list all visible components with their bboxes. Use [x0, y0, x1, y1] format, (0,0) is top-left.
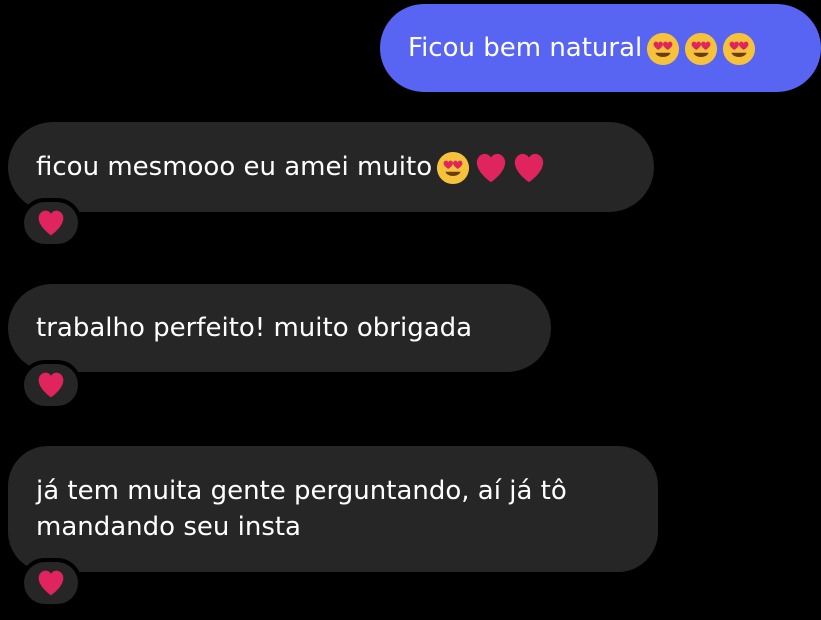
heart-eyes-icon	[718, 30, 756, 66]
sent-message-bubble[interactable]: Ficou bem natural	[380, 4, 821, 92]
red-heart-icon	[36, 569, 66, 597]
message-text: trabalho perfeito! muito obrigada	[36, 313, 473, 343]
heart-eyes-icon	[642, 30, 680, 66]
red-heart-icon	[508, 149, 546, 185]
heart-reaction-badge[interactable]	[20, 198, 82, 248]
message-text-line: mandando seu insta	[36, 512, 301, 542]
red-heart-icon	[470, 149, 508, 185]
received-message-bubble[interactable]: já tem muita gente perguntando, aí já tô…	[8, 446, 658, 572]
heart-eyes-icon	[680, 30, 718, 66]
heart-reaction-badge[interactable]	[20, 558, 82, 608]
received-message-bubble[interactable]: ficou mesmooo eu amei muito	[8, 122, 654, 212]
received-message-bubble[interactable]: trabalho perfeito! muito obrigada	[8, 284, 551, 372]
red-heart-icon	[36, 209, 66, 237]
message-text: ficou mesmooo eu amei muito	[36, 152, 433, 182]
heart-reaction-badge[interactable]	[20, 360, 82, 410]
red-heart-icon	[36, 371, 66, 399]
heart-eyes-icon	[432, 149, 470, 185]
message-text: Ficou bem natural	[408, 33, 643, 63]
message-text-line: já tem muita gente perguntando, aí já tô	[36, 476, 567, 506]
